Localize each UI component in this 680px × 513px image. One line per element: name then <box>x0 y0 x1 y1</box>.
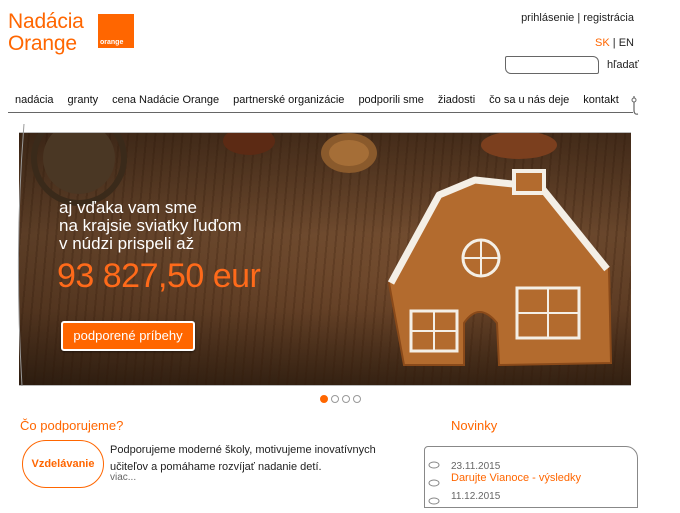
notebook-rings-icon <box>428 461 440 505</box>
banner-headline: aj vďaka vam sme na krajsie sviatky ľuďo… <box>59 199 242 253</box>
nav-divider <box>8 112 633 113</box>
nav-item-partneri[interactable]: partnerské organizácie <box>226 90 351 110</box>
support-description: Podporujeme moderné školy, motivujeme in… <box>110 444 376 473</box>
orange-logo-word: orange <box>100 39 124 46</box>
nav-item-podporili[interactable]: podporili sme <box>351 90 430 110</box>
search-input[interactable] <box>505 56 599 74</box>
slider-dot-2[interactable] <box>331 395 339 403</box>
pencil-hook-icon <box>631 96 639 115</box>
banner-line-2: na krajsie sviatky ľuďom <box>59 216 242 235</box>
language-switch: SK | EN <box>595 37 634 49</box>
news-item[interactable]: 23.11.2015 Darujte Vianoce - výsledky <box>451 461 581 484</box>
orange-logo[interactable]: orange <box>98 14 134 48</box>
auth-links: prihlásenie | registrácia <box>521 12 634 24</box>
banner-line-1: aj vďaka vam sme <box>59 198 197 217</box>
banner-amount: 93 827,50 eur <box>57 257 261 295</box>
news-date: 23.11.2015 <box>451 461 501 472</box>
hero-banner[interactable]: aj vďaka vam sme na krajsie sviatky ľuďo… <box>19 132 631 386</box>
nav-item-nadacia[interactable]: nadácia <box>8 90 61 110</box>
nav-item-cena[interactable]: cena Nadácie Orange <box>105 90 226 110</box>
news-date: 11.12.2015 <box>451 491 501 502</box>
search-button[interactable]: hľadať <box>607 59 639 71</box>
supported-stories-button[interactable]: podporené príbehy <box>61 321 195 351</box>
support-more-link[interactable]: viac... <box>110 472 136 483</box>
auth-separator: | <box>577 12 581 24</box>
news-item[interactable]: 11.12.2015 <box>451 491 500 502</box>
lang-en[interactable]: EN <box>619 37 634 49</box>
lang-separator: | <box>612 37 616 49</box>
category-bubble-education[interactable]: Vzdelávanie <box>22 440 104 488</box>
nav-item-kontakt[interactable]: kontakt <box>576 90 625 110</box>
main-nav: nadácia granty cena Nadácie Orange partn… <box>8 90 626 110</box>
nav-item-deje[interactable]: čo sa u nás deje <box>482 90 576 110</box>
news-section-title: Novinky <box>451 418 498 433</box>
lang-sk[interactable]: SK <box>595 37 610 49</box>
slider-dot-3[interactable] <box>342 395 350 403</box>
news-link[interactable]: Darujte Vianoce - výsledky <box>451 472 581 484</box>
slider-dots <box>320 395 361 403</box>
news-panel: 23.11.2015 Darujte Vianoce - výsledky 11… <box>424 446 638 508</box>
login-link[interactable]: prihlásenie <box>521 12 574 24</box>
register-link[interactable]: registrácia <box>583 12 634 24</box>
nav-item-ziadosti[interactable]: žiadosti <box>431 90 482 110</box>
support-section-title: Čo podporujeme? <box>20 418 124 433</box>
banner-frame-decor <box>17 123 25 387</box>
brand-line-1: Nadácia <box>8 10 84 33</box>
nav-item-granty[interactable]: granty <box>61 90 106 110</box>
brand-name[interactable]: Nadácia Orange <box>8 11 84 55</box>
banner-line-3: v núdzi prispeli až <box>59 234 195 253</box>
slider-dot-1[interactable] <box>320 395 328 403</box>
brand-line-2: Orange <box>8 32 77 55</box>
slider-dot-4[interactable] <box>353 395 361 403</box>
